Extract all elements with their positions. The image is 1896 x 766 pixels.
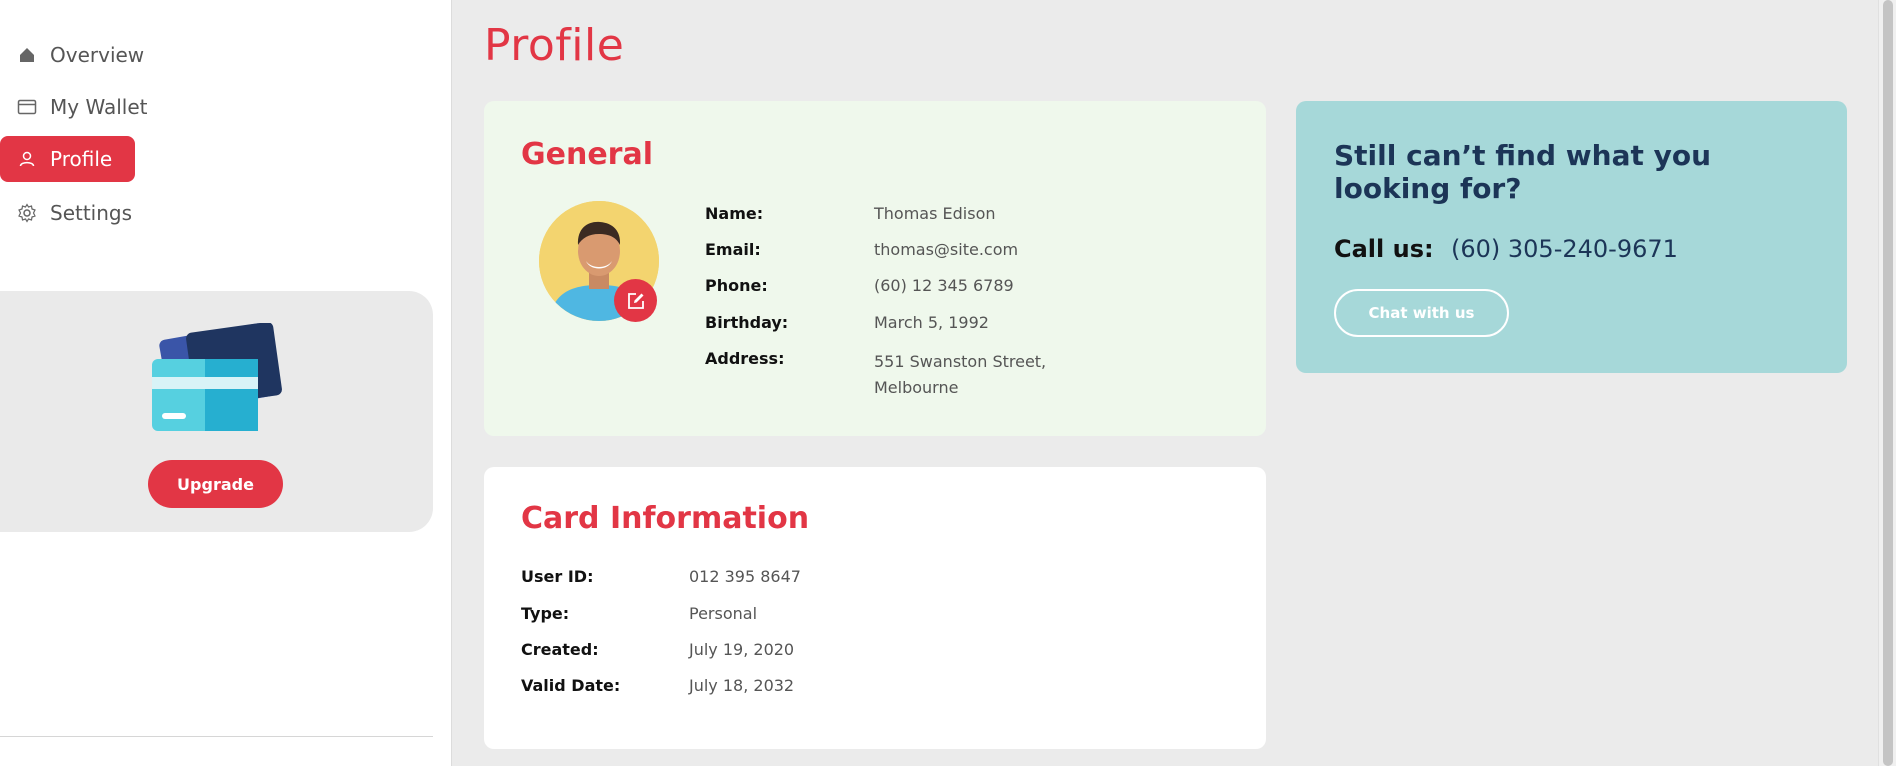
type-value: Personal xyxy=(689,604,758,623)
phone-number-link[interactable]: (60) 305-240-9671 xyxy=(1451,235,1678,263)
edit-avatar-button[interactable] xyxy=(614,279,657,322)
wallet-icon xyxy=(16,96,38,118)
sidebar-item-label: My Wallet xyxy=(50,95,148,119)
upgrade-card: Upgrade xyxy=(0,291,433,532)
card-information-heading: Card Information xyxy=(521,501,810,536)
edit-icon xyxy=(627,292,644,309)
type-label: Type: xyxy=(521,604,570,623)
sidebar-divider xyxy=(0,736,433,737)
page-title: Profile xyxy=(484,20,625,71)
sidebar-item-label: Settings xyxy=(50,201,133,225)
scrollbar-thumb[interactable] xyxy=(1883,0,1893,766)
home-icon xyxy=(16,44,38,66)
name-label: Name: xyxy=(705,204,764,223)
address-label: Address: xyxy=(705,349,785,368)
user-id-label: User ID: xyxy=(521,567,594,586)
email-value: thomas@site.com xyxy=(874,240,1019,259)
sidebar-item-label: Profile xyxy=(50,147,113,171)
address-value: 551 Swanston Street, Melbourne xyxy=(874,352,1047,397)
name-value: Thomas Edison xyxy=(874,204,996,223)
created-label: Created: xyxy=(521,640,599,659)
sidebar-item-profile[interactable]: Profile xyxy=(0,136,135,182)
help-card: Still can’t find what you looking for? C… xyxy=(1296,101,1847,373)
phone-value: (60) 12 345 6789 xyxy=(874,276,1014,295)
valid-date-value: July 18, 2032 xyxy=(689,676,795,695)
general-heading: General xyxy=(521,137,653,172)
sidebar-item-my-wallet[interactable]: My Wallet xyxy=(0,84,167,130)
app-root: Overview My Wallet Profile Settings Upgr… xyxy=(0,0,1896,766)
phone-label: Phone: xyxy=(705,276,768,295)
chat-with-us-button[interactable]: Chat with us xyxy=(1334,289,1509,337)
card-information-card: Card Information User ID: 012 395 8647 T… xyxy=(484,467,1266,749)
birthday-label: Birthday: xyxy=(705,313,789,332)
sidebar: Overview My Wallet Profile Settings Upgr… xyxy=(0,0,452,766)
sidebar-item-overview[interactable]: Overview xyxy=(0,32,164,78)
gear-icon xyxy=(16,202,38,224)
general-card: General Name: Thomas Edison Email: thoma… xyxy=(484,101,1266,436)
valid-date-label: Valid Date: xyxy=(521,676,621,695)
upgrade-button[interactable]: Upgrade xyxy=(148,460,283,508)
call-us-label: Call us: xyxy=(1334,235,1434,263)
created-value: July 19, 2020 xyxy=(689,640,795,659)
sidebar-item-label: Overview xyxy=(50,43,145,67)
email-label: Email: xyxy=(705,240,761,259)
credit-cards-illustration xyxy=(152,323,282,431)
help-title: Still can’t find what you looking for? xyxy=(1334,139,1712,205)
sidebar-item-settings[interactable]: Settings xyxy=(0,190,152,236)
scrollbar[interactable] xyxy=(1878,0,1896,766)
user-id-value: 012 395 8647 xyxy=(689,567,801,586)
user-icon xyxy=(16,148,38,170)
birthday-value: March 5, 1992 xyxy=(874,313,989,332)
